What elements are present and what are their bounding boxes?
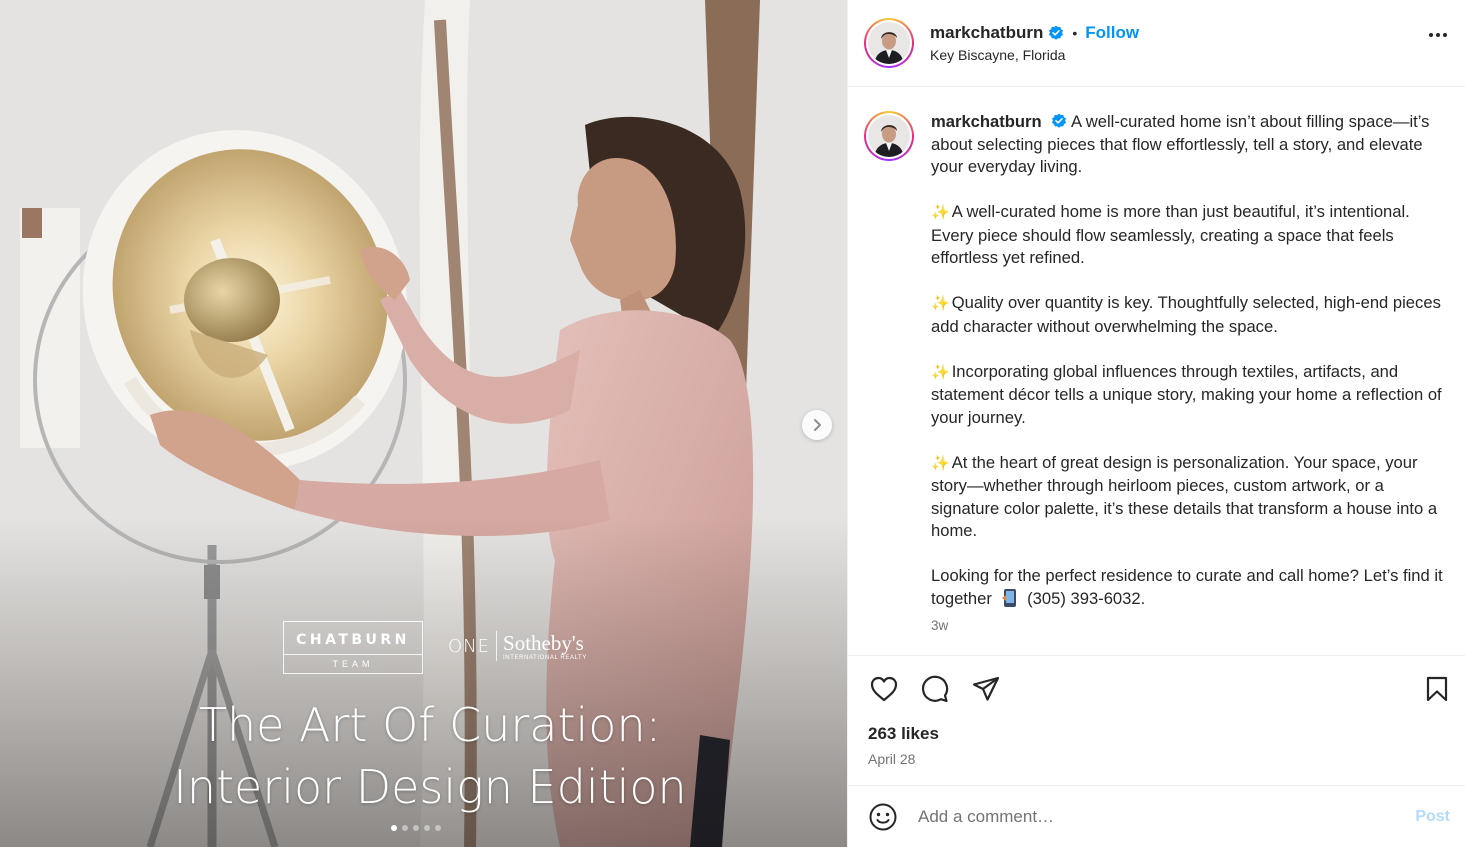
media-headline: The Art Of Curation: Interior Design Edi… [150, 694, 710, 818]
follow-button[interactable]: Follow [1085, 23, 1139, 43]
caption-paragraph: ✨ A well-curated home is more than just b… [931, 202, 1410, 267]
caption-paragraph: ✨ Quality over quantity is key. Thoughtfu… [931, 293, 1441, 336]
more-options-icon[interactable] [1429, 33, 1447, 37]
post-media[interactable]: CHATBURN TEAM ONE Sotheby's INTERNATIONA… [0, 0, 847, 847]
caption-avatar[interactable] [864, 111, 914, 161]
headline-line-2: Interior Design Edition [173, 760, 687, 814]
post-date: April 28 [868, 751, 916, 767]
comment-button[interactable] [919, 673, 951, 705]
partner-sub: INTERNATIONAL REALTY [503, 654, 587, 661]
mobile-phone-emoji [1001, 588, 1016, 607]
headline-line-1: The Art Of Curation: [198, 698, 662, 752]
verified-badge-icon [1051, 113, 1067, 129]
like-count[interactable]: 263 likes [848, 724, 1465, 744]
emoji-button[interactable] [868, 802, 898, 832]
avatar-image [868, 115, 910, 157]
carousel-dot [402, 825, 408, 831]
emoji-icon [869, 803, 897, 830]
carousel-dot [435, 825, 441, 831]
brand-sub: TEAM [332, 659, 374, 669]
post-comment-button[interactable]: Post [1415, 808, 1450, 826]
caption-body: markchatburn A well-curated home isn’t a… [931, 111, 1449, 655]
heart-icon [870, 676, 898, 702]
sparkles-emoji: ✨ [931, 295, 950, 312]
carousel-dot [424, 825, 430, 831]
post-sidebar: markchatburn • Follow Key Biscayne, Flor… [847, 0, 1465, 847]
header-line: markchatburn • Follow [930, 23, 1139, 43]
caption-text: markchatburn A well-curated home isn’t a… [931, 111, 1449, 610]
chevron-right-icon [814, 419, 821, 431]
sothebys-logo: ONE Sotheby's INTERNATIONAL REALTY [448, 628, 587, 664]
caption-paragraph: ✨ At the heart of great design is persona… [931, 452, 1438, 541]
bookmark-icon [1426, 676, 1448, 702]
carousel-indicator [391, 825, 441, 831]
save-button[interactable] [1421, 673, 1453, 705]
comment-icon [921, 675, 949, 703]
post-header: markchatburn • Follow Key Biscayne, Flor… [848, 0, 1465, 87]
partner-one: ONE [448, 635, 491, 657]
comment-composer: Post [848, 785, 1465, 847]
post-location[interactable]: Key Biscayne, Florida [930, 47, 1139, 63]
author-username[interactable]: markchatburn [930, 23, 1043, 43]
brand-divider [284, 654, 422, 655]
partner-wordmark: Sotheby's INTERNATIONAL REALTY [503, 632, 587, 661]
partner-divider [496, 631, 498, 661]
share-icon [972, 676, 1000, 701]
comment-input[interactable] [918, 806, 1388, 827]
verified-badge-icon [1048, 25, 1064, 41]
carousel-dot [413, 825, 419, 831]
caption-username[interactable]: markchatburn [931, 112, 1042, 131]
chatburn-logo: CHATBURN TEAM [283, 621, 423, 674]
carousel-dot [391, 825, 397, 831]
sparkles-emoji: ✨ [931, 454, 950, 472]
caption-timestamp[interactable]: 3w [931, 618, 1449, 633]
next-slide-button[interactable] [802, 410, 832, 440]
avatar[interactable] [864, 18, 914, 68]
caption-paragraph: Looking for the perfect residence to cur… [931, 565, 1449, 610]
header-separator: • [1072, 25, 1078, 41]
action-bar [848, 656, 1465, 722]
caption-paragraph: ✨ Incorporating global influences through… [931, 361, 1442, 427]
header-text: markchatburn • Follow Key Biscayne, Flor… [930, 23, 1139, 63]
sparkles-emoji: ✨ [931, 363, 950, 381]
share-button[interactable] [970, 673, 1002, 705]
brand-name: CHATBURN [296, 632, 410, 648]
like-button[interactable] [868, 673, 900, 705]
avatar-image [868, 22, 910, 64]
sparkles-emoji: ✨ [931, 204, 950, 221]
caption-section: markchatburn A well-curated home isn’t a… [848, 87, 1465, 656]
contact-phone: (305) 393-6032. [1027, 588, 1146, 608]
partner-name: Sotheby's [503, 630, 584, 655]
